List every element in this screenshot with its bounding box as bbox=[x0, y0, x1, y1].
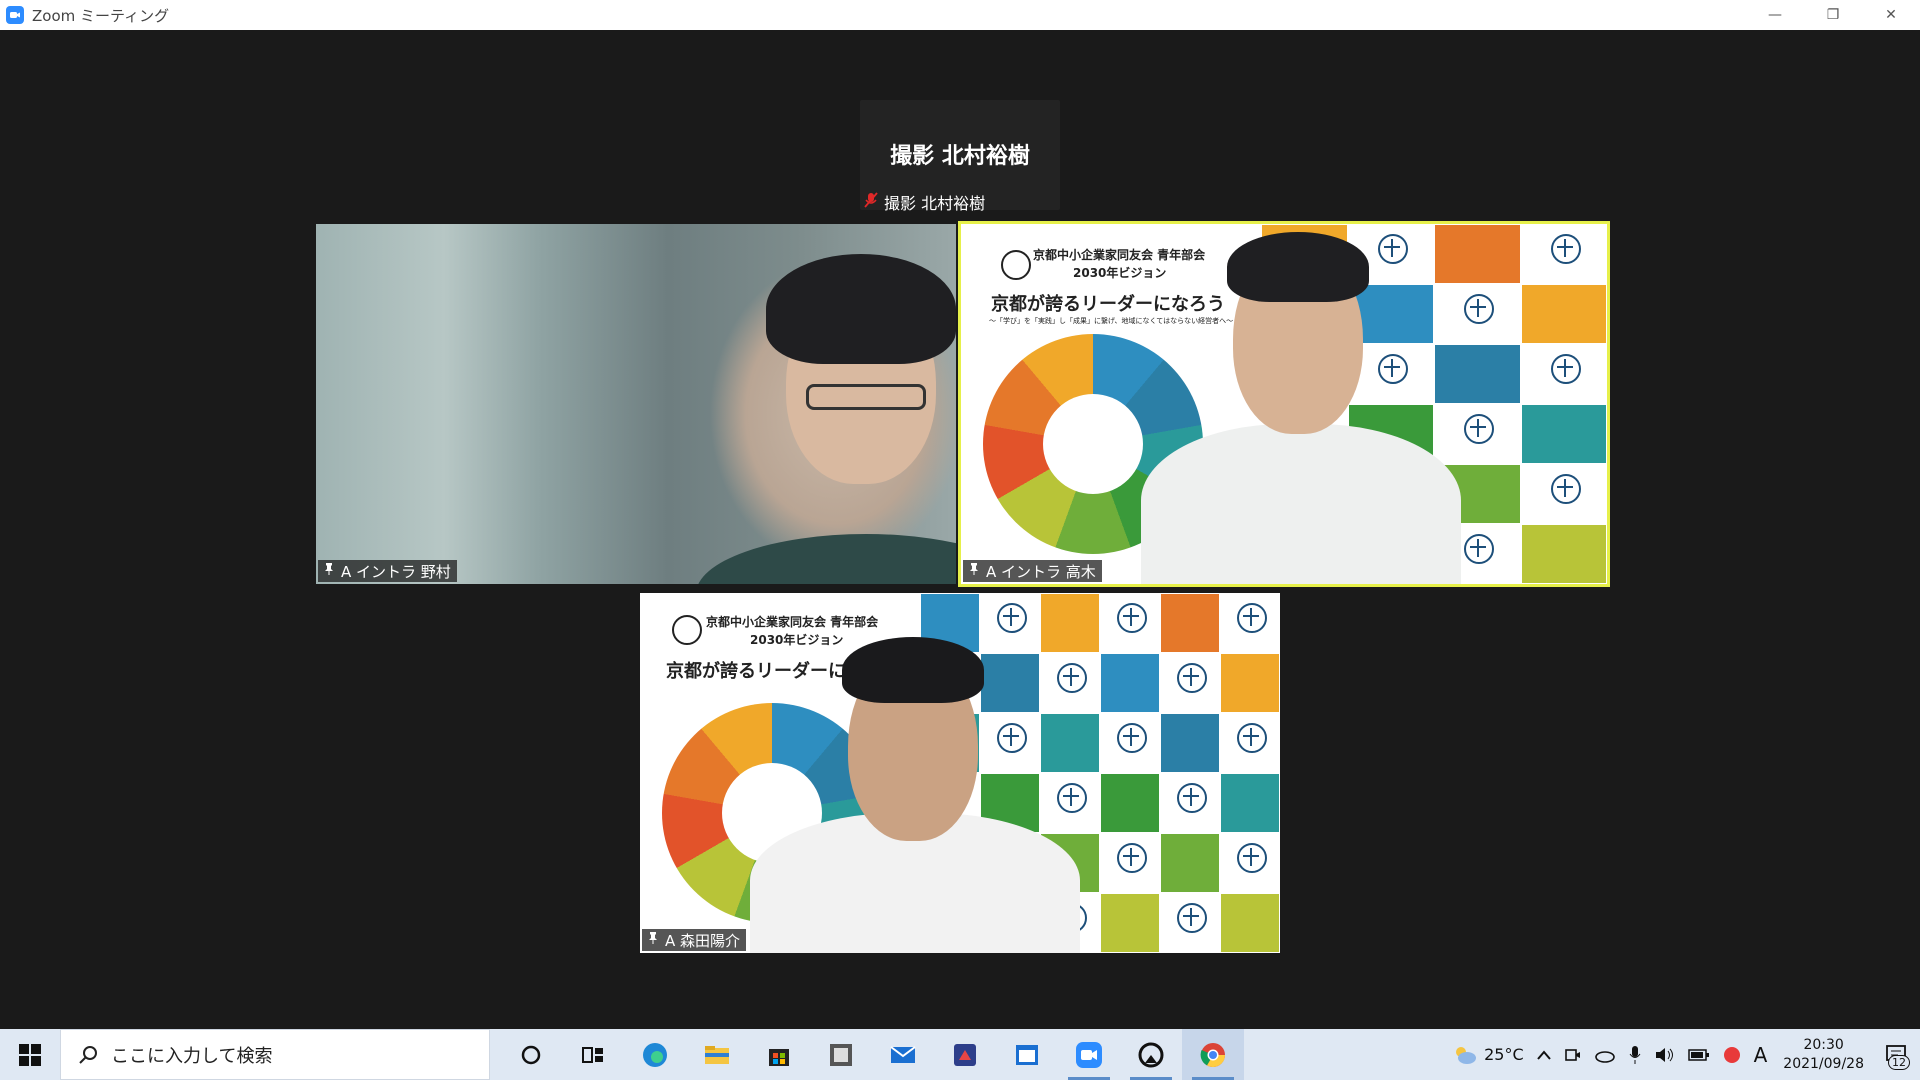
chrome-taskbar-button[interactable] bbox=[1182, 1029, 1244, 1080]
app-tray-icon[interactable] bbox=[1722, 1045, 1742, 1065]
org-line2: 2030年ビジョン bbox=[750, 633, 844, 647]
weather-widget[interactable]: 25°C bbox=[1452, 1044, 1524, 1066]
person-hair bbox=[842, 637, 984, 703]
notification-badge: 12 bbox=[1888, 1055, 1910, 1070]
wheel-center bbox=[1043, 394, 1143, 494]
zoom-app-icon bbox=[6, 6, 24, 24]
onedrive-cloud-icon[interactable] bbox=[1594, 1047, 1616, 1063]
taskbar-clock[interactable]: 20:30 2021/09/28 bbox=[1783, 1036, 1864, 1074]
restore-button[interactable]: ❐ bbox=[1804, 0, 1862, 30]
battery-icon[interactable] bbox=[1687, 1048, 1710, 1062]
weather-temp: 25°C bbox=[1484, 1045, 1524, 1064]
person-shirt bbox=[1141, 424, 1461, 584]
microphone-icon[interactable] bbox=[1628, 1045, 1642, 1065]
screenshot-app-icon bbox=[830, 1043, 852, 1066]
start-button[interactable] bbox=[0, 1029, 60, 1080]
person-hair bbox=[1227, 232, 1369, 302]
cortana-button[interactable] bbox=[500, 1029, 562, 1080]
window-title: Zoom ミーティング bbox=[32, 6, 170, 25]
glasses bbox=[806, 384, 926, 410]
store-icon bbox=[769, 1048, 789, 1066]
edge-button[interactable] bbox=[624, 1029, 686, 1080]
close-button[interactable]: ✕ bbox=[1862, 0, 1920, 30]
person-hair bbox=[766, 254, 956, 364]
pin-icon bbox=[967, 562, 981, 580]
participant-name-small-row: 撮影 北村裕樹 bbox=[864, 190, 985, 214]
zoom-taskbar-button[interactable] bbox=[1058, 1029, 1120, 1080]
video-tile-morita[interactable]: 京都中小企業家同友会 青年部会 2030年ビジョン 京都が誇るリーダーになろう … bbox=[640, 593, 1280, 953]
ime-indicator[interactable]: A bbox=[1754, 1043, 1768, 1067]
pin-icon bbox=[646, 931, 660, 949]
tray-chevron-up-icon[interactable] bbox=[1536, 1049, 1552, 1061]
participant-name-small: 撮影 北村裕樹 bbox=[884, 194, 986, 213]
tile-label: A 森田陽介 bbox=[642, 929, 747, 951]
task-view-icon bbox=[582, 1046, 603, 1063]
app-taskbar-button[interactable] bbox=[1120, 1029, 1182, 1080]
slide-headline: 京都が誇るリーダーになろう bbox=[991, 294, 1225, 315]
edge-icon bbox=[643, 1042, 667, 1067]
taskbar-search[interactable]: ここに入力して検索 bbox=[60, 1029, 490, 1080]
video-tile-nomura[interactable]: A イントラ 野村 bbox=[316, 224, 956, 584]
audio-participant-tile[interactable]: 撮影 北村裕樹 撮影 北村裕樹 bbox=[860, 100, 1060, 213]
slide-tagline: 〜「学び」を「実践」し「成果」に繋げ、地域になくてはならない経営者へ〜 bbox=[989, 317, 1234, 325]
muted-mic-icon bbox=[864, 192, 878, 212]
tile-label: A イントラ 野村 bbox=[318, 560, 457, 582]
store-button[interactable] bbox=[748, 1029, 810, 1080]
file-explorer-button[interactable] bbox=[686, 1029, 748, 1080]
org-line2: 2030年ビジョン bbox=[1073, 266, 1167, 280]
windows-logo-icon bbox=[19, 1043, 41, 1066]
calendar-icon bbox=[1016, 1044, 1038, 1065]
participant-name-large: 撮影 北村裕樹 bbox=[890, 144, 1030, 169]
folder-icon bbox=[705, 1045, 729, 1064]
app-icon bbox=[954, 1043, 976, 1066]
search-placeholder: ここに入力して検索 bbox=[111, 1045, 273, 1067]
window-titlebar: Zoom ミーティング — ❐ ✕ bbox=[0, 0, 1920, 30]
cortana-icon bbox=[521, 1045, 541, 1064]
tile-label: A イントラ 高木 bbox=[963, 560, 1102, 582]
zoom-icon bbox=[1076, 1041, 1102, 1068]
video-tile-takagi[interactable]: 京都中小企業家同友会 青年部会 2030年ビジョン 京都が誇るリーダーになろう … bbox=[958, 221, 1610, 587]
tile-name: A イントラ 野村 bbox=[341, 562, 451, 581]
mail-icon bbox=[890, 1045, 916, 1063]
system-tray: 25°C A 20:30 2021/09/28 12 bbox=[1446, 1029, 1920, 1080]
minimize-button[interactable]: — bbox=[1746, 0, 1804, 30]
action-center-button[interactable]: 12 bbox=[1874, 1029, 1920, 1080]
org-logo-icon bbox=[1001, 250, 1031, 280]
weather-cloud-icon bbox=[1456, 1046, 1477, 1064]
tile-name: A イントラ 高木 bbox=[986, 562, 1096, 581]
pin-icon bbox=[322, 562, 336, 580]
tile-name: A 森田陽介 bbox=[665, 931, 741, 950]
org-line1: 京都中小企業家同友会 青年部会 bbox=[706, 615, 879, 629]
meet-now-icon[interactable] bbox=[1564, 1046, 1582, 1064]
chrome-icon bbox=[1200, 1042, 1225, 1067]
org-line1: 京都中小企業家同友会 青年部会 bbox=[1033, 248, 1206, 262]
volume-icon[interactable] bbox=[1654, 1046, 1676, 1064]
meeting-gallery: 撮影 北村裕樹 撮影 北村裕樹 A イントラ 野村 京都中小企業家同友会 青年部… bbox=[0, 30, 1920, 1029]
clock-time: 20:30 bbox=[1803, 1036, 1844, 1053]
calendar-app-button[interactable] bbox=[996, 1029, 1058, 1080]
clock-date: 2021/09/28 bbox=[1783, 1055, 1864, 1072]
search-icon bbox=[79, 1045, 97, 1064]
org-logo-icon bbox=[672, 615, 702, 645]
windows-taskbar: ここに入力して検索 25°C A 20:30 2021/09/28 12 bbox=[0, 1029, 1920, 1080]
mail-button[interactable] bbox=[872, 1029, 934, 1080]
app-button-2[interactable] bbox=[934, 1029, 996, 1080]
task-view-button[interactable] bbox=[562, 1029, 624, 1080]
chat-app-icon bbox=[1138, 1042, 1164, 1067]
app-button[interactable] bbox=[810, 1029, 872, 1080]
